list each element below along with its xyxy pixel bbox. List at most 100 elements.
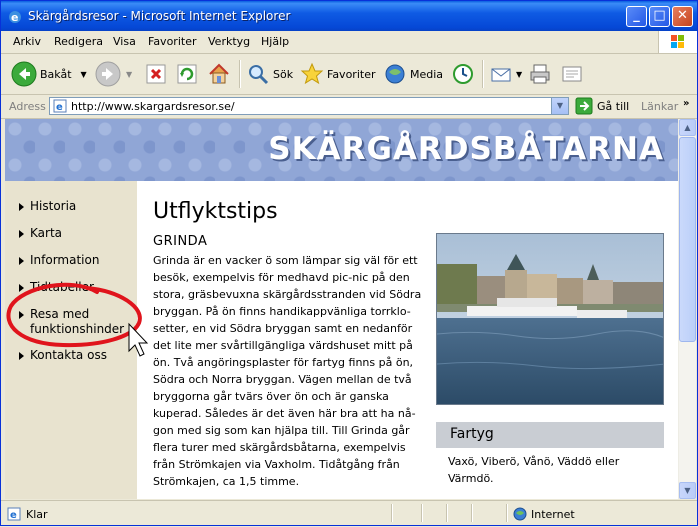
back-button[interactable]: Bakåt ▼ xyxy=(11,58,87,90)
links-chevron-icon[interactable]: » xyxy=(683,98,689,109)
mail-button[interactable]: ▼ xyxy=(489,58,522,90)
forward-button[interactable]: ▼ xyxy=(95,58,132,90)
sidebox-text: Vaxö, Viberö, Vånö, Väddö eller Värmdö. xyxy=(448,455,620,485)
status-separator xyxy=(506,504,508,522)
mail-dropdown-icon[interactable]: ▼ xyxy=(516,70,522,79)
nav-item-historia[interactable]: Historia xyxy=(19,199,76,213)
menu-redigera[interactable]: Redigera xyxy=(54,35,103,48)
menu-bar: Arkiv Redigera Visa Favoriter Verktyg Hj… xyxy=(1,31,697,54)
harbor-image xyxy=(437,234,663,404)
sidebox-title: Fartyg xyxy=(436,422,664,448)
edit-page-icon xyxy=(562,66,582,82)
menu-visa[interactable]: Visa xyxy=(113,35,136,48)
nav-item-kontakta-oss[interactable]: Kontakta oss xyxy=(19,348,107,362)
nav-item-tidtabeller[interactable]: Tidtabeller xyxy=(19,280,94,294)
maximize-icon: □ xyxy=(653,8,666,23)
page-done-icon: e xyxy=(7,507,21,521)
nav-item-karta[interactable]: Karta xyxy=(19,226,62,240)
nav-item-resa-med-funktionshinder[interactable]: Resa med funktionshinder xyxy=(19,307,140,337)
minimize-button[interactable]: _ xyxy=(626,6,647,27)
history-button[interactable] xyxy=(451,58,475,90)
scroll-up-icon[interactable]: ▲ xyxy=(679,119,696,136)
toolbar-separator xyxy=(239,60,241,88)
toolbar-separator xyxy=(482,60,484,88)
menu-arkiv[interactable]: Arkiv xyxy=(13,35,41,48)
bullet-arrow-icon xyxy=(19,229,24,238)
minimize-icon: _ xyxy=(633,8,640,23)
title-bar: e Skärgårdsresor - Microsoft Internet Ex… xyxy=(1,1,697,31)
links-button[interactable]: Länkar xyxy=(641,100,678,113)
refresh-button[interactable] xyxy=(176,58,198,90)
status-separator xyxy=(391,504,393,522)
window-title: Skärgårdsresor - Microsoft Internet Expl… xyxy=(28,9,291,23)
print-button[interactable] xyxy=(528,58,552,90)
status-separator xyxy=(446,504,448,522)
menu-favoriter[interactable]: Favoriter xyxy=(148,35,196,48)
scroll-thumb[interactable] xyxy=(679,137,696,342)
address-bar: Adress e http://www.skargardsresor.se/ ▼… xyxy=(1,95,697,119)
bullet-arrow-icon xyxy=(19,310,24,319)
stop-icon xyxy=(146,64,166,84)
site-sidebar: Historia Karta Information Tidtabeller R… xyxy=(5,181,137,499)
svg-text:e: e xyxy=(10,510,17,521)
history-icon xyxy=(453,64,473,84)
close-button[interactable]: ✕ xyxy=(672,6,693,27)
article-text: Grinda är en vacker ö som lämpar sig väl… xyxy=(153,254,422,488)
printer-icon xyxy=(530,64,550,84)
back-arrow-icon xyxy=(11,61,37,87)
menu-hjalp[interactable]: Hjälp xyxy=(261,35,289,48)
back-dropdown-icon[interactable]: ▼ xyxy=(81,70,87,79)
nav-item-information[interactable]: Information xyxy=(19,253,99,267)
svg-text:e: e xyxy=(56,102,63,113)
nav-label: Karta xyxy=(30,226,63,240)
section-heading: GRINDA xyxy=(153,234,208,249)
address-dropdown-icon[interactable]: ▼ xyxy=(551,98,568,114)
status-left: e Klar xyxy=(7,507,48,521)
browser-window: e Skärgårdsresor - Microsoft Internet Ex… xyxy=(0,0,698,526)
search-button[interactable]: Sök xyxy=(246,58,293,90)
site-header: SKÄRGÅRDSBÅTARNA xyxy=(5,119,678,181)
scroll-down-icon[interactable]: ▼ xyxy=(679,482,696,499)
media-button[interactable]: Media xyxy=(383,58,443,90)
page-icon: e xyxy=(53,99,67,113)
maximize-button[interactable]: □ xyxy=(649,6,670,27)
nav-label: Information xyxy=(30,253,100,267)
main-content: Utflyktstips GRINDA Grinda är en vacker … xyxy=(137,181,678,499)
edit-button[interactable] xyxy=(560,58,584,90)
go-button[interactable]: Gå till xyxy=(575,97,629,115)
toolbar: Bakåt ▼ ▼ Sök Favoriter Media ▼ xyxy=(1,54,697,95)
go-arrow-icon xyxy=(575,97,593,115)
star-icon xyxy=(300,62,324,85)
search-label: Sök xyxy=(273,67,294,81)
forward-dropdown-icon[interactable]: ▼ xyxy=(126,70,132,79)
forward-arrow-icon xyxy=(95,61,121,87)
address-url: http://www.skargardsresor.se/ xyxy=(71,100,235,113)
home-button[interactable] xyxy=(207,58,231,90)
back-label: Bakåt xyxy=(40,67,72,81)
media-icon xyxy=(385,64,405,84)
nav-label: Kontakta oss xyxy=(30,348,107,362)
refresh-icon xyxy=(177,64,197,84)
bullet-arrow-icon xyxy=(19,351,24,360)
vertical-scrollbar[interactable]: ▲ ▼ xyxy=(678,119,696,499)
media-label: Media xyxy=(410,67,444,81)
nav-label: Historia xyxy=(30,199,77,213)
bullet-arrow-icon xyxy=(19,283,24,292)
menu-verktyg[interactable]: Verktyg xyxy=(208,35,250,48)
windows-logo xyxy=(658,31,697,53)
site-title: SKÄRGÅRDSBÅTARNA xyxy=(268,131,664,167)
search-icon xyxy=(249,65,269,85)
globe-icon xyxy=(513,507,527,521)
address-input[interactable]: e http://www.skargardsresor.se/ ▼ xyxy=(49,97,569,115)
stop-button[interactable] xyxy=(145,58,167,90)
favorites-label: Favoriter xyxy=(327,67,376,81)
zone-label: Internet xyxy=(531,507,575,521)
status-separator xyxy=(471,504,473,522)
windows-flag-icon xyxy=(671,35,684,48)
status-separator xyxy=(421,504,423,522)
bullet-arrow-icon xyxy=(19,256,24,265)
address-label: Adress xyxy=(9,100,46,113)
favorites-button[interactable]: Favoriter xyxy=(300,58,375,90)
harbor-photo xyxy=(436,233,664,405)
close-icon: ✕ xyxy=(677,8,688,23)
